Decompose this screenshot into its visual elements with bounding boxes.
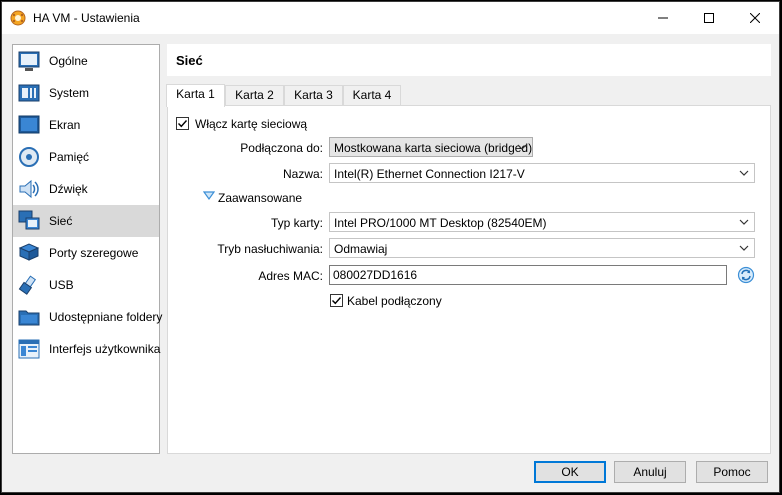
sidebar-item-label: Ekran <box>49 118 81 132</box>
adapter-type-label: Typ karty: <box>270 216 323 230</box>
virtualbox-app-icon <box>10 10 26 26</box>
adapter-name-value: Intel(R) Ethernet Connection I217-V <box>334 167 525 181</box>
sidebar-item-label: System <box>49 86 90 100</box>
sidebar-item-label: Udostępniane foldery <box>49 310 163 324</box>
promiscuous-mode-value: Odmawiaj <box>334 242 388 256</box>
system-icon <box>18 82 40 104</box>
sidebar-item-network[interactable]: Sieć <box>13 205 159 237</box>
network-icon <box>18 210 40 232</box>
enable-adapter-label: Włącz kartę sieciową <box>195 117 308 131</box>
checkmark-icon <box>178 120 188 128</box>
sidebar-item-usb[interactable]: USB <box>13 269 159 301</box>
sidebar-item-label: Dźwięk <box>49 182 88 196</box>
minimize-button[interactable] <box>640 2 686 34</box>
minimize-icon <box>658 17 668 19</box>
sidebar-item-label: USB <box>49 278 74 292</box>
adapter-name-label: Nazwa: <box>282 167 323 181</box>
user-interface-icon <box>18 338 40 360</box>
maximize-icon <box>704 13 714 23</box>
adapter-name-select[interactable]: Intel(R) Ethernet Connection I217-V <box>329 163 755 183</box>
display-icon <box>18 114 40 136</box>
close-button[interactable] <box>732 2 778 34</box>
maximize-button[interactable] <box>686 2 732 34</box>
cable-connected-checkbox[interactable] <box>330 294 343 307</box>
serial-ports-icon <box>18 242 40 264</box>
title-bar[interactable]: HA VM - Ustawienia <box>2 2 779 34</box>
chevron-down-icon <box>739 170 749 176</box>
general-icon <box>18 50 40 72</box>
adapter-type-select[interactable]: Intel PRO/1000 MT Desktop (82540EM) <box>329 212 755 232</box>
attached-to-label: Podłączona do: <box>240 141 323 155</box>
close-icon <box>750 13 760 23</box>
sidebar-item-shared-folders[interactable]: Udostępniane foldery <box>13 301 163 333</box>
attached-to-select[interactable]: Mostkowana karta sieciowa (bridged) <box>329 137 533 157</box>
tab-adapter-3[interactable]: Karta 3 <box>284 85 343 106</box>
storage-icon <box>18 146 40 168</box>
sidebar-item-audio[interactable]: Dźwięk <box>13 173 159 205</box>
page-title: Sieć <box>176 53 203 68</box>
chevron-down-icon <box>739 219 749 225</box>
checkmark-icon <box>332 297 342 305</box>
promiscuous-mode-label: Tryb nasłuchiwania: <box>217 242 323 256</box>
mac-address-label: Adres MAC: <box>258 269 323 283</box>
ok-button[interactable]: OK <box>534 461 606 483</box>
chevron-down-icon <box>739 245 749 251</box>
sidebar-item-serial-ports[interactable]: Porty szeregowe <box>13 237 159 269</box>
sidebar-item-label: Porty szeregowe <box>49 246 139 260</box>
sidebar-item-label: Sieć <box>49 214 73 228</box>
sidebar-item-general[interactable]: Ogólne <box>13 45 159 77</box>
help-button[interactable]: Pomoc <box>696 461 768 483</box>
tab-adapter-2[interactable]: Karta 2 <box>225 85 284 106</box>
refresh-icon <box>737 266 755 284</box>
section-header: Sieć <box>167 44 771 76</box>
sidebar-item-user-interface[interactable]: Interfejs użytkownika <box>13 333 161 365</box>
settings-window: HA VM - Ustawienia Ogólne System Ekran P… <box>1 1 780 493</box>
mac-address-input[interactable] <box>330 266 726 284</box>
advanced-toggle-label[interactable]: Zaawansowane <box>218 191 302 205</box>
cable-connected-label: Kabel podłączony <box>347 294 442 308</box>
shared-folders-icon <box>18 306 40 328</box>
generate-mac-button[interactable] <box>737 266 755 284</box>
sidebar-item-display[interactable]: Ekran <box>13 109 159 141</box>
attached-to-value: Mostkowana karta sieciowa (bridged) <box>334 141 533 155</box>
sidebar-item-storage[interactable]: Pamięć <box>13 141 159 173</box>
sidebar-item-label: Pamięć <box>49 150 90 164</box>
settings-sidebar: Ogólne System Ekran Pamięć Dźwięk Sieć P… <box>12 44 163 454</box>
adapter-type-value: Intel PRO/1000 MT Desktop (82540EM) <box>334 216 547 230</box>
cancel-button[interactable]: Anuluj <box>614 461 686 483</box>
window-title: HA VM - Ustawienia <box>33 11 140 25</box>
promiscuous-mode-select[interactable]: Odmawiaj <box>329 238 755 258</box>
tab-adapter-4[interactable]: Karta 4 <box>343 85 401 106</box>
sidebar-item-label: Interfejs użytkownika <box>49 342 161 356</box>
audio-icon <box>18 178 40 200</box>
sidebar-item-system[interactable]: System <box>13 77 159 109</box>
enable-adapter-checkbox[interactable] <box>176 117 189 130</box>
tab-adapter-1[interactable]: Karta 1 <box>166 84 225 107</box>
sidebar-item-label: Ogólne <box>49 54 88 68</box>
mac-address-field[interactable] <box>329 265 727 285</box>
chevron-down-icon <box>517 144 527 150</box>
expand-triangle-icon[interactable] <box>203 191 215 201</box>
usb-icon <box>18 274 40 296</box>
